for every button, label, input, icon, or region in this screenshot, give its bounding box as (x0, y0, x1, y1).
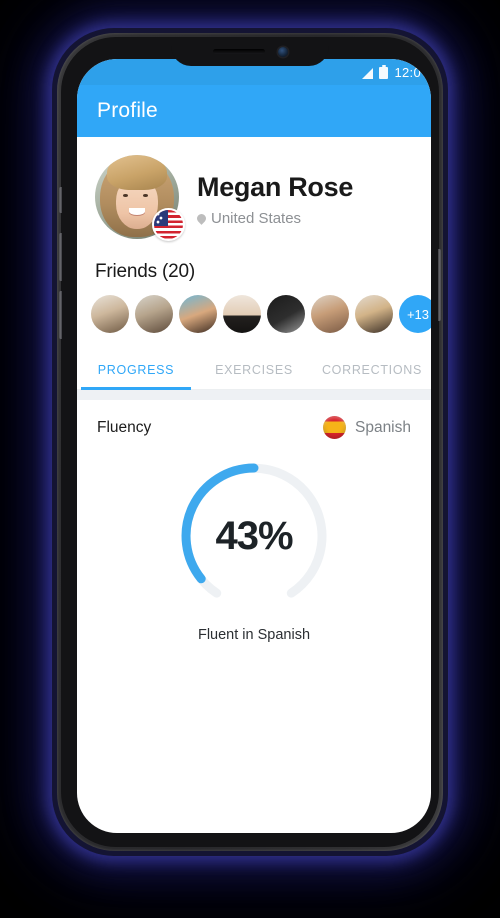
avatar-hair-front (106, 155, 168, 191)
fluency-language-label: Spanish (354, 418, 411, 436)
tab-progress[interactable]: PROGRESS (77, 349, 195, 390)
section-divider (77, 390, 431, 400)
avatar-eye-right (142, 193, 148, 197)
avatar[interactable] (95, 155, 185, 241)
friend-avatar-7[interactable] (355, 295, 393, 333)
volume-up-button[interactable] (59, 233, 62, 281)
phone-bezel: 12:0 Profile Megan Rose United States Fr… (59, 37, 441, 847)
fluency-caption: Fluent in Spanish (197, 627, 311, 643)
fluency-percent: 43% (215, 513, 293, 558)
battery-icon (379, 65, 389, 79)
avatar-eye-left (122, 193, 128, 197)
fluency-header: Fluency Spanish (77, 400, 431, 443)
mute-switch-button[interactable] (59, 187, 62, 213)
tab-exercises[interactable]: EXERCISES (195, 349, 313, 389)
spain-flag-icon (322, 416, 346, 439)
front-camera-icon (277, 46, 288, 57)
tab-corrections[interactable]: CORRECTIONS (313, 349, 431, 389)
us-flag-canton (154, 210, 168, 226)
signal-triangle-icon (362, 67, 374, 79)
fluency-card: Fluency Spanish 43% Fluent in Spanish (77, 400, 431, 643)
phone-notch (171, 37, 329, 66)
friend-avatar-4[interactable] (223, 295, 261, 333)
fluency-section-label: Fluency (97, 418, 152, 436)
status-bar-clock: 12:0 (394, 64, 421, 80)
profile-location: United States (197, 210, 353, 227)
friend-avatar-5[interactable] (267, 295, 305, 333)
fluency-language[interactable]: Spanish (322, 416, 411, 439)
tab-bar: PROGRESS EXERCISES CORRECTIONS (77, 349, 431, 390)
us-flag-stripes (154, 210, 183, 239)
phone-screen: 12:0 Profile Megan Rose United States Fr… (77, 59, 431, 833)
profile-header: Megan Rose United States (77, 137, 431, 247)
friends-title: Friends (20) (95, 261, 196, 282)
earpiece-speaker-icon (212, 49, 265, 54)
phone-frame: 12:0 Profile Megan Rose United States Fr… (57, 33, 443, 851)
location-pin-icon (197, 214, 206, 223)
friend-avatar-3[interactable] (179, 295, 217, 333)
profile-name: Megan Rose (197, 172, 354, 203)
volume-down-button[interactable] (59, 291, 62, 339)
us-flag-badge-icon (152, 208, 185, 241)
fluency-progress-ring: 43% (175, 457, 333, 615)
friends-avatar-list: +13 (77, 283, 431, 349)
profile-card: Megan Rose United States Friends (20) +1… (77, 137, 431, 390)
page-title: Profile (97, 99, 158, 122)
app-bar: Profile (77, 85, 431, 137)
friend-avatar-6[interactable] (311, 295, 349, 333)
profile-text-block: Megan Rose United States (197, 167, 354, 227)
profile-location-label: United States (211, 209, 302, 227)
power-button[interactable] (438, 249, 441, 321)
friends-overflow-badge[interactable]: +13 (399, 295, 431, 333)
friend-avatar-1[interactable] (91, 295, 129, 333)
fluency-progress-section: 43% Fluent in Spanish (77, 443, 431, 643)
friend-avatar-2[interactable] (135, 295, 173, 333)
